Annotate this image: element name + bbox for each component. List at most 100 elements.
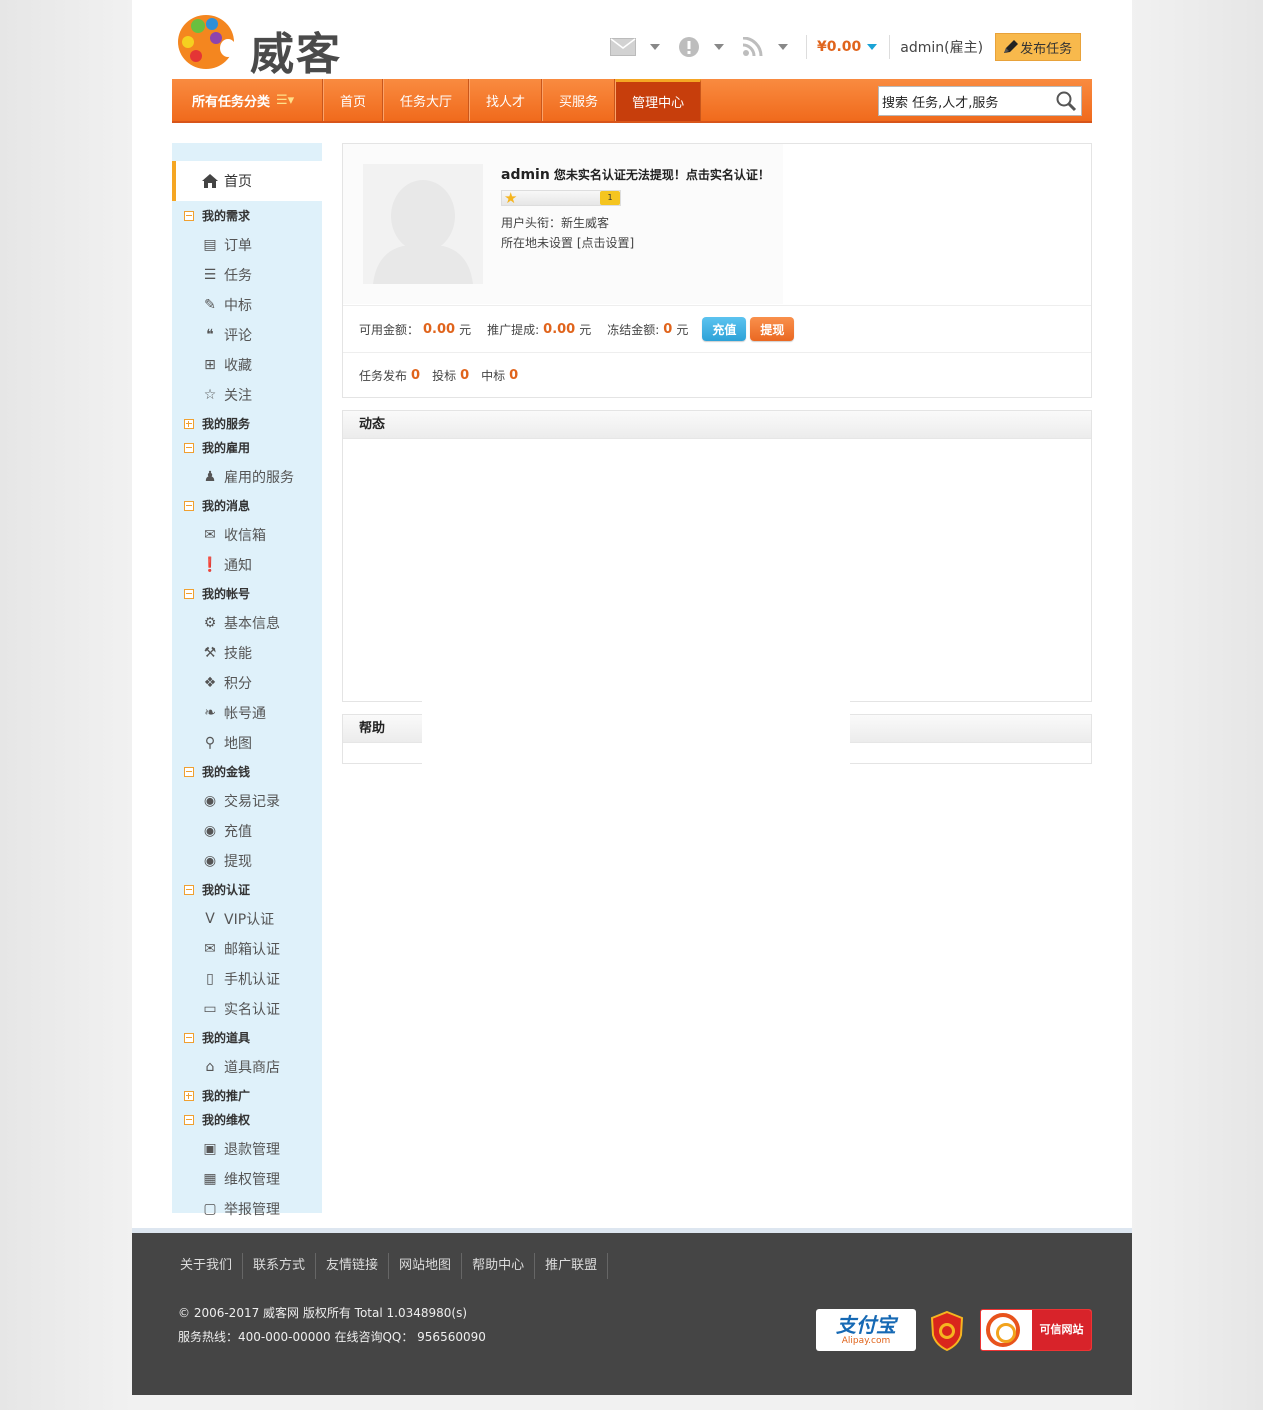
sidebar-item[interactable]: ❗ 通知 (201, 555, 252, 575)
activity-panel: 动态 (342, 410, 1092, 702)
unit-label: 元 (459, 322, 472, 337)
sidebar-group[interactable]: 我的道具 (184, 1029, 250, 1046)
sidebar-item[interactable]: ▢ 举报管理 (202, 1199, 280, 1219)
sidebar-group[interactable]: 我的需求 (184, 207, 250, 224)
sidebar-item[interactable]: ⌂ 道具商店 (202, 1057, 280, 1077)
level-badge: 1 (600, 191, 620, 205)
sidebar-item-label: 退款管理 (224, 1142, 280, 1158)
sidebar-item[interactable]: ✎ 中标 (202, 295, 252, 315)
sidebar-item-label: VIP认证 (224, 912, 275, 928)
sidebar-item-label: 维权管理 (224, 1172, 280, 1188)
collapse-icon (184, 766, 194, 777)
nav-home[interactable]: 首页 (323, 79, 384, 121)
footer-link-affiliate[interactable]: 推广联盟 (535, 1253, 609, 1279)
publish-task-button[interactable]: 发布任务 (995, 33, 1082, 61)
sidebar-item[interactable]: ▤ 订单 (202, 235, 252, 255)
sidebar-group-label: 我的认证 (202, 883, 251, 897)
collapse-icon (184, 210, 194, 221)
sidebar: 首页 我的需求 ▤ 订单 ☰ 任务 ✎ 中标 ❝ 评论 ⊞ 收藏 ☆ 关注我的服务我的雇用 ♟ 雇用的服务我… (172, 143, 322, 1218)
sidebar-group[interactable]: 我的金钱 (184, 763, 250, 780)
sidebar-item[interactable]: ◉ 充值 (202, 821, 252, 841)
set-location-link[interactable]: [点击设置] (577, 236, 634, 250)
sidebar-item[interactable]: ❖ 积分 (202, 673, 252, 693)
police-shield-icon[interactable] (930, 1311, 964, 1351)
sidebar-group[interactable]: 我的推广 (184, 1087, 250, 1104)
avatar[interactable] (363, 164, 483, 284)
sidebar-item[interactable]: ▯ 手机认证 (202, 969, 280, 989)
recharge-button[interactable]: 充值 (702, 317, 747, 341)
sidebar-group[interactable]: 我的帐号 (184, 585, 250, 602)
sidebar-item-home[interactable]: 首页 (172, 161, 322, 201)
notices-dropdown[interactable] (678, 36, 724, 58)
sidebar-item[interactable]: ✉ 收信箱 (202, 525, 266, 545)
sidebar-item[interactable]: V VIP认证 (202, 909, 274, 929)
trusted-site-badge[interactable]: 可信网站 (980, 1309, 1092, 1351)
sidebar-item[interactable]: ☰ 任务 (202, 265, 252, 285)
wrench-icon: ⚒ (203, 645, 217, 661)
sidebar-item[interactable]: ▭ 实名认证 (202, 999, 280, 1019)
tasks-label: 任务发布 (359, 369, 408, 383)
pencil-icon (1004, 40, 1019, 53)
default-avatar-icon (363, 164, 483, 284)
available-value: 0.00 (423, 321, 456, 337)
envelope-icon: ✉ (204, 527, 216, 543)
promo-label: 推广提成: (487, 322, 540, 337)
plus-square-icon: ⊞ (204, 357, 216, 373)
collapse-icon (184, 500, 194, 511)
chevron-down-icon (650, 44, 660, 50)
messages-dropdown[interactable] (610, 38, 660, 56)
nav-management-center[interactable]: 管理中心 (615, 79, 702, 121)
sidebar-item-label: 雇用的服务 (224, 470, 294, 486)
sidebar-item[interactable]: ❧ 帐号通 (202, 703, 266, 723)
footer-link-sitemap[interactable]: 网站地图 (389, 1253, 463, 1279)
footer-link-contact[interactable]: 联系方式 (243, 1253, 317, 1279)
all-categories-button[interactable]: 所有任务分类 ☰▾ (172, 79, 323, 121)
sidebar-item[interactable]: ▣ 退款管理 (202, 1139, 280, 1159)
list-icon: ☰▾ (276, 92, 295, 108)
sidebar-item[interactable]: ▦ 维权管理 (202, 1169, 280, 1189)
sidebar-group-label: 我的道具 (202, 1031, 251, 1045)
sidebar-group[interactable]: 我的消息 (184, 497, 250, 514)
sidebar-item[interactable]: ⚲ 地图 (202, 733, 252, 753)
sidebar-item[interactable]: ⚒ 技能 (202, 643, 252, 663)
sidebar-group[interactable]: 我的维权 (184, 1111, 250, 1128)
logo-text: 威客 (250, 29, 342, 80)
sidebar-item[interactable]: ⚙ 基本信息 (202, 613, 280, 633)
footer-link-about[interactable]: 关于我们 (172, 1253, 244, 1279)
sidebar-group[interactable]: 我的认证 (184, 881, 250, 898)
balance-dropdown[interactable]: ¥0.00 (817, 39, 878, 55)
alipay-badge[interactable]: 支付宝 Alipay.com (816, 1309, 916, 1351)
sidebar-item[interactable]: ☆ 关注 (202, 385, 252, 405)
search-input[interactable] (879, 88, 1055, 114)
sidebar-item[interactable]: ◉ 交易记录 (202, 791, 280, 811)
nav-task-hall[interactable]: 任务大厅 (383, 79, 470, 121)
sidebar-item[interactable]: ♟ 雇用的服务 (202, 467, 294, 487)
order-icon: ▤ (203, 237, 217, 253)
activity-title: 动态 (343, 411, 1091, 439)
sidebar-item[interactable]: ✉ 邮箱认证 (202, 939, 280, 959)
divider (806, 35, 807, 59)
sidebar-item-label: 充值 (224, 824, 252, 840)
sidebar-group[interactable]: 我的雇用 (184, 439, 250, 456)
verify-notice-link[interactable]: 您未实名认证无法提现！点击实名认证！ (554, 168, 770, 182)
collapse-icon (184, 442, 194, 453)
sidebar-item[interactable]: ⊞ 收藏 (202, 355, 252, 375)
footer-link-friends[interactable]: 友情链接 (316, 1253, 390, 1279)
tasks-value: 0 (411, 368, 421, 383)
sidebar-item[interactable]: ❝ 评论 (202, 325, 252, 345)
user-dropdown[interactable]: admin(雇主) (900, 37, 983, 57)
footer-link-help[interactable]: 帮助中心 (462, 1253, 536, 1279)
search-icon[interactable] (1055, 90, 1077, 112)
withdraw-button[interactable]: 提现 (750, 317, 795, 341)
nav-buy-service[interactable]: 买服务 (542, 79, 616, 121)
sidebar-group[interactable]: 我的服务 (184, 415, 250, 432)
sidebar-item-label: 收藏 (224, 358, 252, 374)
sidebar-group-label: 我的服务 (202, 417, 251, 431)
level-bar: ★ 1 (501, 189, 621, 207)
sidebar-item-label: 积分 (224, 676, 252, 692)
site-logo[interactable]: 威客 (176, 8, 366, 80)
balance-row: 可用金额： 0.00 元 推广提成: 0.00 元 冻结金额: 0 元 充值 提… (343, 305, 1091, 352)
nav-find-talent[interactable]: 找人才 (469, 79, 543, 121)
feed-dropdown[interactable] (742, 37, 788, 57)
sidebar-item[interactable]: ◉ 提现 (202, 851, 252, 871)
